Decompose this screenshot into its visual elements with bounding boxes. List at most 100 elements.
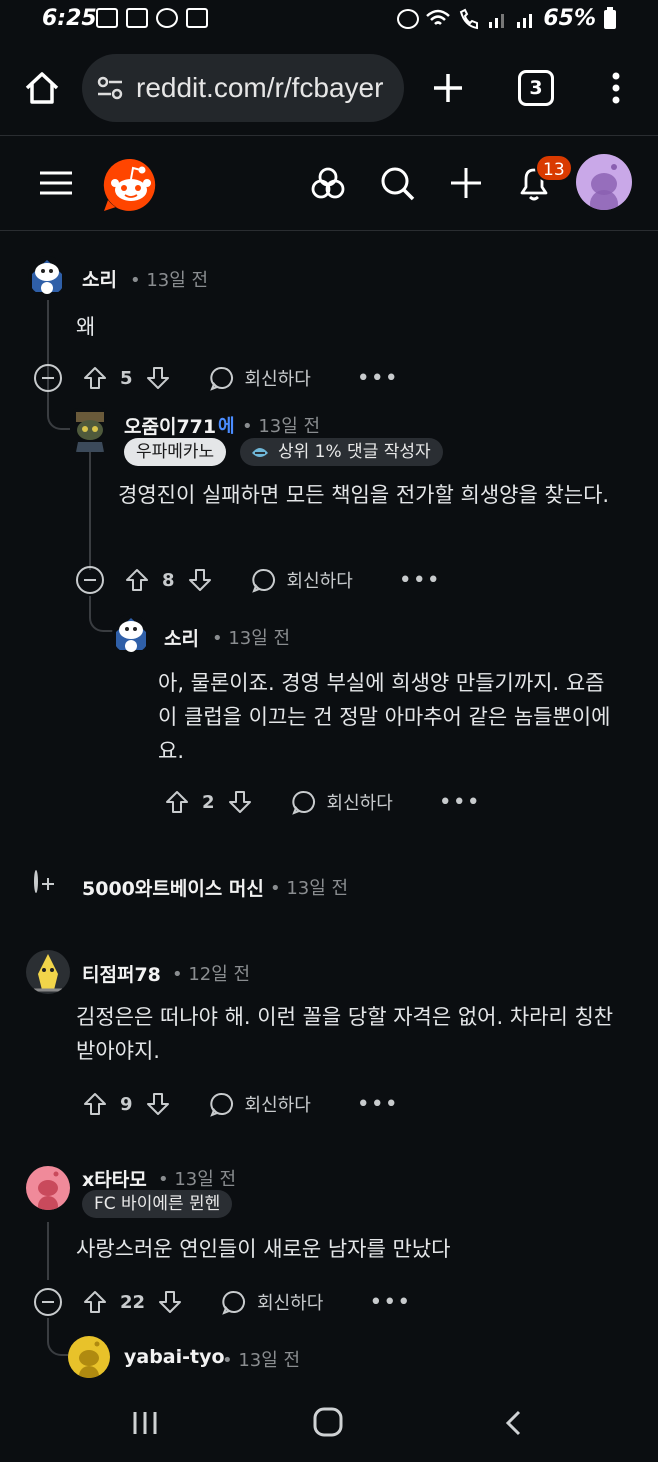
wifi-icon	[426, 9, 451, 25]
hamburger-menu-icon[interactable]	[36, 163, 76, 203]
recent-apps-icon[interactable]	[130, 1408, 160, 1438]
reply-button[interactable]: 회신하다	[221, 1289, 323, 1315]
collapse-thread-icon[interactable]	[34, 364, 62, 392]
comment-author[interactable]: yabai-tyo	[124, 1346, 225, 1368]
battery-icon	[604, 6, 616, 29]
more-options-icon[interactable]: •••	[399, 568, 441, 593]
comment-time: 13일 전	[238, 1350, 301, 1371]
chat-bubble-icon	[251, 568, 275, 593]
comment-timestamp: • 13일 전	[242, 416, 321, 437]
vote-score: 22	[120, 1291, 146, 1313]
comment-body: 아, 물론이죠. 경영 부실에 희생양 만들기까지. 요즘 이 클럽을 이끄는 …	[158, 671, 611, 763]
achievement-badge: 상위 1% 댓글 작성자	[240, 438, 443, 466]
reddit-logo-icon[interactable]	[102, 156, 160, 214]
wifi-call-icon	[460, 8, 479, 29]
avatar[interactable]	[70, 408, 110, 452]
reply-label: 회신하다	[244, 369, 311, 390]
home-nav-icon[interactable]	[312, 1406, 344, 1438]
downvote-icon[interactable]	[145, 365, 171, 391]
comment-author[interactable]: 5000와트베이스 머신	[82, 874, 264, 901]
vote-score: 9	[120, 1093, 133, 1115]
upvote-icon[interactable]	[82, 1091, 108, 1117]
reply-button[interactable]: 회신하다	[251, 567, 353, 593]
more-options-icon[interactable]: •••	[439, 790, 481, 815]
comment-body: 사랑스러운 연인들이 새로운 남자를 만났다	[76, 1237, 451, 1261]
expand-thread-icon[interactable]	[34, 870, 38, 893]
comment-time: 13일 전	[146, 270, 209, 291]
user-avatar[interactable]	[576, 154, 632, 210]
tab-switcher-button[interactable]: 3	[518, 70, 554, 106]
status-bar: 6:25 65%	[0, 0, 658, 42]
upvote-icon[interactable]	[82, 365, 108, 391]
avatar[interactable]	[26, 1166, 70, 1210]
snoo-avatar-icon	[76, 412, 104, 452]
chat-bubble-icon	[209, 366, 233, 391]
snoo-avatar-icon	[32, 260, 62, 294]
achievement-badge-label: 상위 1% 댓글 작성자	[278, 442, 431, 462]
upvote-icon[interactable]	[164, 789, 190, 815]
comment-author[interactable]: 티점퍼78	[82, 960, 161, 987]
downvote-icon[interactable]	[187, 567, 213, 593]
comment-thread: 소리 • 13일 전 왜 5 회신하다 ••• 오줌이771 에 • 13일 전…	[0, 232, 658, 1392]
site-settings-icon[interactable]	[96, 74, 124, 102]
comment-author[interactable]: 소리	[82, 265, 117, 292]
downvote-icon[interactable]	[227, 789, 253, 815]
notification-count-badge: 13	[535, 154, 573, 182]
downvote-icon[interactable]	[157, 1289, 183, 1315]
reply-button[interactable]: 회신하다	[209, 1091, 311, 1117]
popular-icon[interactable]	[308, 163, 348, 203]
comment-author[interactable]: 소리	[164, 624, 199, 651]
reply-label: 회신하다	[257, 1293, 324, 1314]
home-icon[interactable]	[22, 68, 62, 108]
avatar[interactable]	[28, 256, 66, 296]
user-flair: 우파메카노	[124, 438, 227, 466]
browser-toolbar: reddit.com/r/fcbayer 3	[0, 42, 658, 136]
battery-percent: 65%	[543, 6, 596, 31]
more-options-icon[interactable]: •••	[357, 366, 399, 391]
comment-timestamp: • 13일 전	[130, 270, 209, 291]
upvote-icon[interactable]	[124, 567, 150, 593]
thread-branch-line	[47, 1318, 71, 1356]
status-right-icons: 65%	[397, 6, 618, 31]
avatar[interactable]	[68, 1336, 110, 1378]
comment-body: 김정은은 떠나야 해. 이런 꼴을 당할 자격은 없어. 차라리 칭찬받아야지.	[76, 1005, 614, 1063]
signal-icon	[517, 13, 533, 28]
downvote-icon[interactable]	[145, 1091, 171, 1117]
url-text: reddit.com/r/fcbayer	[136, 72, 384, 103]
avatar[interactable]	[26, 950, 70, 994]
comment-time: 13일 전	[174, 1169, 237, 1190]
comment-author[interactable]: 오줌이771	[124, 412, 216, 439]
status-time: 6:25	[42, 6, 97, 31]
reply-label: 회신하다	[326, 793, 393, 814]
search-icon[interactable]	[377, 163, 417, 203]
more-options-icon[interactable]: •••	[369, 1290, 411, 1315]
snoo-avatar-icon	[34, 954, 62, 992]
address-bar[interactable]: reddit.com/r/fcbayer	[82, 54, 404, 122]
chat-bubble-icon	[209, 1092, 233, 1117]
comment-body: 경영진이 실패하면 모든 책임을 전가할 희생양을 찾는다.	[118, 483, 610, 507]
reply-button[interactable]: 회신하다	[209, 365, 311, 391]
bank-icon	[126, 8, 148, 28]
comment-body: 왜	[76, 315, 96, 339]
gallery-icon	[186, 8, 208, 28]
comment-author[interactable]: x타타모	[82, 1165, 147, 1192]
create-post-icon[interactable]	[446, 163, 486, 203]
comment-timestamp: • 13일 전	[270, 878, 349, 899]
avatar[interactable]	[112, 614, 150, 654]
collapse-thread-icon[interactable]	[76, 566, 104, 594]
more-menu-icon[interactable]	[604, 68, 628, 108]
reddit-header: 13	[0, 137, 658, 231]
comment-time: 13일 전	[228, 628, 291, 649]
collapse-thread-icon[interactable]	[34, 1288, 62, 1316]
reply-button[interactable]: 회신하다	[291, 789, 393, 815]
comment-actions: 9 회신하다 •••	[82, 1084, 399, 1124]
comment-actions: 22 회신하다 •••	[34, 1282, 411, 1322]
comment-time: 13일 전	[286, 878, 349, 899]
more-options-icon[interactable]: •••	[357, 1092, 399, 1117]
comment-timestamp: • 12일 전	[172, 964, 251, 985]
back-icon[interactable]	[500, 1408, 528, 1438]
chat-bubble-icon	[222, 1290, 246, 1315]
upvote-icon[interactable]	[82, 1289, 108, 1315]
new-tab-icon[interactable]	[428, 68, 468, 108]
top-commenter-icon	[252, 448, 268, 457]
